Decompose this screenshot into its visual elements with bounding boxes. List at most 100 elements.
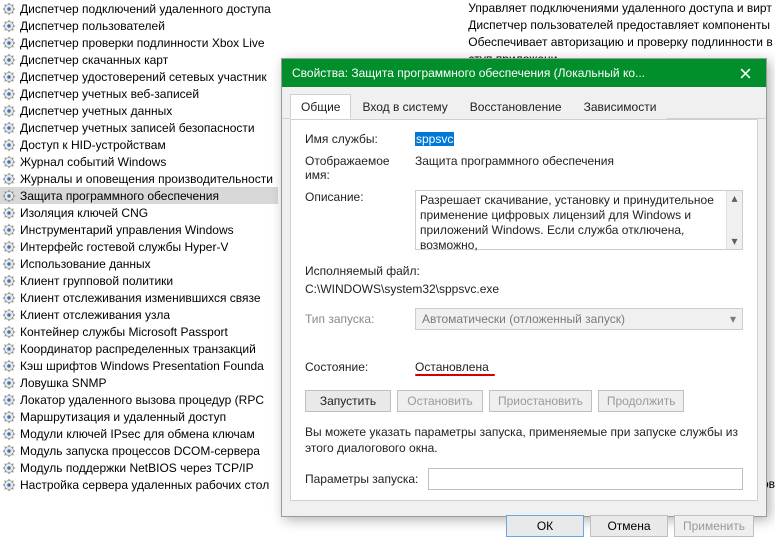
- service-row[interactable]: Защита программного обеспечения: [0, 187, 278, 204]
- service-row[interactable]: Кэш шрифтов Windows Presentation Founda: [0, 357, 278, 374]
- service-row[interactable]: Интерфейс гостевой службы Hyper-V: [0, 238, 278, 255]
- service-row[interactable]: Диспетчер учетных данных: [0, 102, 278, 119]
- resume-button: Продолжить: [598, 390, 685, 412]
- service-row[interactable]: Модуль запуска процессов DCOM-сервера: [0, 442, 278, 459]
- service-name: Изоляция ключей CNG: [20, 206, 148, 220]
- executable-path: C:\WINDOWS\system32\sppsvc.exe: [305, 282, 743, 296]
- service-name: Диспетчер подключений удаленного доступа: [20, 2, 271, 16]
- service-name: Клиент отслеживания узла: [20, 308, 170, 322]
- service-row[interactable]: Журналы и оповещения производительности: [0, 170, 278, 187]
- service-row[interactable]: Диспетчер удостоверений сетевых участник: [0, 68, 278, 85]
- label-executable: Исполняемый файл:: [305, 264, 743, 278]
- scroll-down-icon[interactable]: ▾: [731, 234, 737, 249]
- service-name: Защита программного обеспечения: [20, 189, 219, 203]
- service-row[interactable]: Диспетчер подключений удаленного доступа: [0, 0, 278, 17]
- description-text: Разрешает скачивание, установку и принуд…: [420, 193, 714, 252]
- service-name: Локатор удаленного вызова процедур (RPC: [20, 393, 264, 407]
- service-name: Кэш шрифтов Windows Presentation Founda: [20, 359, 264, 373]
- apply-button: Применить: [674, 515, 754, 537]
- launch-params-input[interactable]: [428, 468, 743, 490]
- description-scrollbar[interactable]: ▴ ▾: [726, 191, 742, 249]
- service-row[interactable]: Диспетчер проверки подлинности Xbox Live: [0, 34, 278, 51]
- service-row[interactable]: Ловушка SNMP: [0, 374, 278, 391]
- service-name: Настройка сервера удаленных рабочих стол: [20, 478, 269, 492]
- start-button[interactable]: Запустить: [305, 390, 391, 412]
- service-name: Клиент групповой политики: [20, 274, 173, 288]
- cancel-button[interactable]: Отмена: [590, 515, 668, 537]
- service-description-fragment: Обеспечивает авторизацию и проверку подл…: [468, 34, 775, 51]
- service-name: Диспетчер проверки подлинности Xbox Live: [20, 36, 265, 50]
- service-name: Доступ к HID-устройствам: [20, 138, 166, 152]
- service-name: Контейнер службы Microsoft Passport: [20, 325, 228, 339]
- service-row[interactable]: Инструментарий управления Windows: [0, 221, 278, 238]
- service-name: Использование данных: [20, 257, 151, 271]
- service-name: Диспетчер учетных записей безопасности: [20, 121, 255, 135]
- service-row[interactable]: Маршрутизация и удаленный доступ: [0, 408, 278, 425]
- label-display-name: Отображаемое имя:: [305, 154, 415, 182]
- service-row[interactable]: Журнал событий Windows: [0, 153, 278, 170]
- service-name: Журналы и оповещения производительности: [20, 172, 273, 186]
- service-row[interactable]: Диспетчер учетных записей безопасности: [0, 119, 278, 136]
- service-name: Модуль поддержки NetBIOS через TCP/IP: [20, 461, 254, 475]
- state-value: Остановлена: [415, 360, 489, 374]
- tab-dependencies[interactable]: Зависимости: [573, 94, 668, 119]
- service-name: Модули ключей IPsec для обмена ключам: [20, 427, 255, 441]
- tab-strip: ОбщиеВход в системуВосстановлениеЗависим…: [282, 87, 766, 119]
- service-name: Координатор распределенных транзакций: [20, 342, 256, 356]
- service-name: Диспетчер пользователей: [20, 19, 165, 33]
- service-row[interactable]: Настройка сервера удаленных рабочих стол: [0, 476, 278, 493]
- service-name: Ловушка SNMP: [20, 376, 106, 390]
- ok-button[interactable]: ОК: [506, 515, 584, 537]
- description-box[interactable]: Разрешает скачивание, установку и принуд…: [415, 190, 743, 250]
- service-row[interactable]: Локатор удаленного вызова процедур (RPC: [0, 391, 278, 408]
- service-name: Журнал событий Windows: [20, 155, 166, 169]
- dialog-button-row: ОК Отмена Применить: [282, 509, 766, 547]
- service-name-value: sppsvc: [415, 132, 454, 146]
- service-row[interactable]: Координатор распределенных транзакций: [0, 340, 278, 357]
- tab-logon[interactable]: Вход в систему: [351, 94, 458, 119]
- service-description-fragment: Диспетчер пользователей предоставляет ко…: [468, 17, 775, 34]
- service-name: Диспетчер учетных веб-записей: [20, 87, 199, 101]
- close-button[interactable]: [724, 59, 766, 87]
- service-name: Диспетчер учетных данных: [20, 104, 172, 118]
- chevron-down-icon: ▾: [730, 312, 736, 326]
- service-properties-dialog: Свойства: Защита программного обеспечени…: [281, 58, 767, 517]
- service-row[interactable]: Использование данных: [0, 255, 278, 272]
- service-row[interactable]: Диспетчер пользователей: [0, 17, 278, 34]
- service-row[interactable]: Контейнер службы Microsoft Passport: [0, 323, 278, 340]
- startup-type-select: Автоматически (отложенный запуск) ▾: [415, 308, 743, 330]
- dialog-title: Свойства: Защита программного обеспечени…: [292, 66, 724, 80]
- service-row[interactable]: Модули ключей IPsec для обмена ключам: [0, 425, 278, 442]
- service-row[interactable]: Диспетчер скачанных карт: [0, 51, 278, 68]
- display-name-value: Защита программного обеспечения: [415, 154, 614, 168]
- service-name: Маршрутизация и удаленный доступ: [20, 410, 226, 424]
- service-description-fragment: Управляет подключениями удаленного досту…: [468, 0, 775, 17]
- service-name: Клиент отслеживания изменившихся связе: [20, 291, 261, 305]
- service-name: Диспетчер удостоверений сетевых участник: [20, 70, 267, 84]
- service-row[interactable]: Клиент отслеживания узла: [0, 306, 278, 323]
- service-row[interactable]: Доступ к HID-устройствам: [0, 136, 278, 153]
- scroll-up-icon[interactable]: ▴: [731, 191, 737, 206]
- service-control-buttons: Запустить Остановить Приостановить Продо…: [305, 390, 743, 412]
- close-icon: [740, 68, 751, 79]
- label-state: Состояние:: [305, 360, 415, 374]
- label-startup-type: Тип запуска:: [305, 312, 415, 326]
- tab-pane-general: Имя службы: sppsvc Отображаемое имя: Защ…: [290, 119, 758, 501]
- service-row[interactable]: Клиент отслеживания изменившихся связе: [0, 289, 278, 306]
- service-row[interactable]: Модуль поддержки NetBIOS через TCP/IP: [0, 459, 278, 476]
- service-row[interactable]: Клиент групповой политики: [0, 272, 278, 289]
- service-name: Инструментарий управления Windows: [20, 223, 234, 237]
- label-service-name: Имя службы:: [305, 132, 415, 146]
- stop-button: Остановить: [397, 390, 483, 412]
- label-description: Описание:: [305, 190, 415, 204]
- service-row[interactable]: Изоляция ключей CNG: [0, 204, 278, 221]
- dialog-titlebar: Свойства: Защита программного обеспечени…: [282, 59, 766, 87]
- service-name: Диспетчер скачанных карт: [20, 53, 168, 67]
- tab-general[interactable]: Общие: [290, 94, 351, 119]
- tab-recovery[interactable]: Восстановление: [459, 94, 573, 119]
- pause-button: Приостановить: [489, 390, 592, 412]
- service-name: Модуль запуска процессов DCOM-сервера: [20, 444, 260, 458]
- label-launch-params: Параметры запуска:: [305, 472, 418, 486]
- launch-params-note: Вы можете указать параметры запуска, при…: [305, 424, 743, 456]
- service-row[interactable]: Диспетчер учетных веб-записей: [0, 85, 278, 102]
